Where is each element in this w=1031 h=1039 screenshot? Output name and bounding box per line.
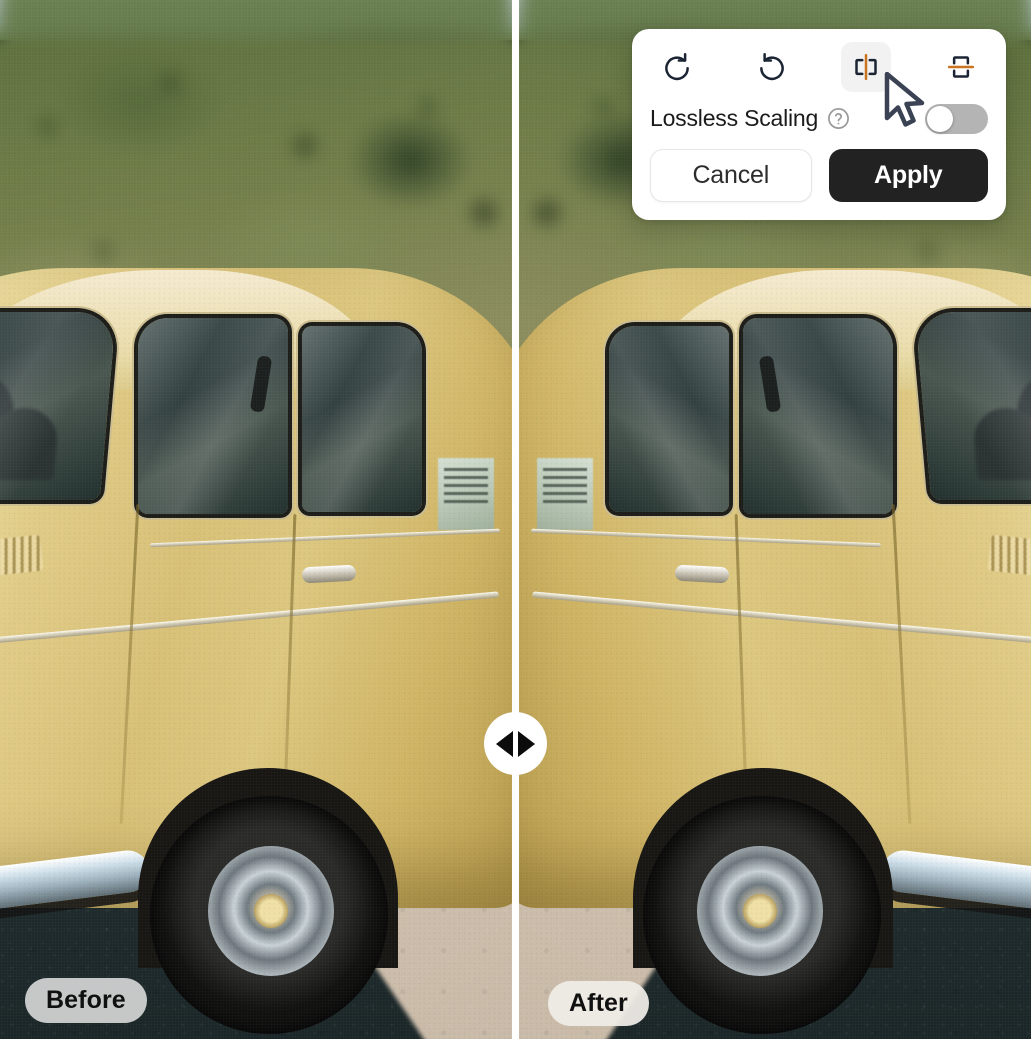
arrow-left-icon — [496, 730, 513, 757]
window-card — [438, 458, 494, 530]
glass-reflection — [138, 318, 288, 514]
after-label: After — [548, 981, 649, 1026]
before-label-text: Before — [46, 986, 126, 1014]
door-handle — [674, 564, 730, 584]
comparison-divider — [512, 0, 519, 1039]
comparison-slider-handle[interactable] — [484, 712, 547, 775]
lossless-scaling-row: Lossless Scaling — [644, 96, 994, 141]
lossless-scaling-toggle[interactable] — [925, 103, 988, 134]
panel-action-row: Cancel Apply — [644, 149, 994, 202]
rear-window — [914, 312, 1031, 500]
glass-reflection — [609, 326, 729, 512]
door-handle — [301, 564, 357, 584]
flip-vertical-button[interactable] — [936, 42, 986, 92]
photo-scene-before — [0, 0, 512, 1039]
before-image-pane[interactable] — [0, 0, 512, 1039]
glass-reflection — [743, 318, 893, 514]
rear-window — [0, 312, 117, 500]
car-shadow — [591, 1028, 1031, 1039]
rear-door-window — [609, 326, 729, 512]
cancel-button-label: Cancel — [692, 161, 770, 189]
toggle-knob — [927, 105, 953, 132]
glass-reflection — [0, 312, 117, 500]
transform-tool-panel: Lossless Scaling Cancel Apply — [632, 29, 1006, 220]
flip-horizontal-button[interactable] — [841, 42, 892, 92]
glass-reflection — [914, 312, 1031, 500]
window-card — [537, 458, 593, 530]
comparison-viewer: Before After Lossless Scaling Cancel App… — [0, 0, 1031, 1039]
apply-button[interactable]: Apply — [828, 149, 988, 202]
glass-reflection — [302, 326, 422, 512]
cancel-button[interactable]: Cancel — [650, 149, 812, 202]
after-label-text: After — [569, 989, 628, 1017]
front-door-window — [138, 318, 494, 530]
flip-vertical-icon — [946, 52, 976, 82]
flip-horizontal-icon — [851, 52, 881, 82]
rotate-left-button[interactable] — [652, 42, 702, 92]
vintage-car — [519, 268, 1031, 1039]
car-shadow — [0, 1028, 440, 1039]
rear-door-window — [302, 326, 422, 512]
rotate-right-icon — [757, 52, 787, 82]
arrow-right-icon — [518, 730, 535, 757]
vintage-car — [0, 268, 512, 1039]
wheel-rim — [208, 846, 334, 976]
rotate-right-button[interactable] — [747, 42, 797, 92]
apply-button-label: Apply — [874, 161, 943, 189]
lossless-scaling-label: Lossless Scaling — [650, 105, 819, 131]
help-circle-icon[interactable] — [827, 107, 850, 130]
front-door-window — [537, 318, 893, 530]
before-label: Before — [25, 978, 147, 1023]
transform-icon-row — [644, 38, 994, 96]
wheel-rim — [697, 846, 823, 976]
rotate-left-icon — [662, 52, 692, 82]
